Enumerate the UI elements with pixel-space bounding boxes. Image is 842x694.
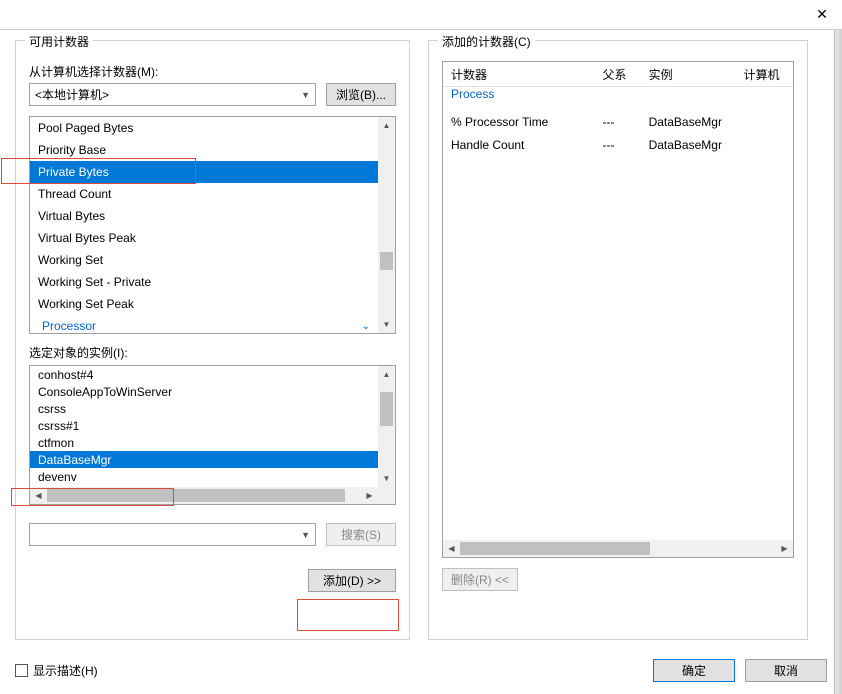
ok-button[interactable]: 确定: [653, 659, 735, 682]
remove-button[interactable]: 删除(R) <<: [442, 568, 518, 591]
counter-item[interactable]: Pool Paged Bytes: [30, 117, 378, 139]
table-row[interactable]: % Processor Time---DataBaseMgr: [443, 110, 793, 133]
instance-item[interactable]: ctfmon: [30, 434, 378, 451]
counter-item[interactable]: Thread Count: [30, 183, 378, 205]
highlight-add-button: [297, 599, 399, 631]
instance-item[interactable]: ConsoleAppToWinServer: [30, 383, 378, 400]
scroll-left-icon[interactable]: ◀: [443, 540, 460, 557]
show-description-checkbox[interactable]: [15, 664, 28, 677]
header-parent[interactable]: 父系: [594, 62, 640, 86]
computer-combo[interactable]: <本地计算机> ▼: [29, 83, 316, 106]
counter-item[interactable]: Working Set - Private: [30, 271, 378, 293]
cell-instance: DataBaseMgr: [641, 110, 736, 133]
counter-item[interactable]: Virtual Bytes: [30, 205, 378, 227]
cell-parent: ---: [594, 133, 640, 156]
scroll-thumb[interactable]: [460, 542, 650, 555]
titlebar: ✕: [0, 0, 842, 30]
counter-item[interactable]: Private Bytes: [30, 161, 378, 183]
chevron-down-icon: ▼: [301, 90, 310, 100]
from-computer-label: 从计算机选择计数器(M):: [29, 63, 396, 80]
scroll-up-icon[interactable]: ▲: [378, 366, 395, 383]
computer-combo-value: <本地计算机>: [35, 86, 109, 103]
instances-label: 选定对象的实例(I):: [29, 344, 396, 361]
scroll-left-icon[interactable]: ◀: [30, 487, 47, 504]
counter-item[interactable]: Priority Base: [30, 139, 378, 161]
counter-item[interactable]: Working Set Peak: [30, 293, 378, 315]
window-edge: [834, 30, 842, 694]
cell-instance: DataBaseMgr: [641, 133, 736, 156]
add-button[interactable]: 添加(D) >>: [308, 569, 396, 592]
scroll-thumb[interactable]: [380, 392, 393, 427]
instance-item[interactable]: csrss#1: [30, 417, 378, 434]
scroll-right-icon[interactable]: ▶: [776, 540, 793, 557]
scroll-down-icon[interactable]: ▼: [378, 470, 395, 487]
chevron-down-icon: ▼: [301, 530, 310, 540]
instance-item[interactable]: DataBaseMgr: [30, 451, 378, 468]
instance-item[interactable]: devenv: [30, 468, 378, 485]
cell-computer: [736, 133, 793, 156]
instances-hscrollbar[interactable]: ◀ ▶: [30, 487, 378, 504]
added-counters-group: 添加的计数器(C) 计数器 父系 实例 计算机 Process % Proces…: [428, 40, 808, 640]
search-button[interactable]: 搜索(S): [326, 523, 396, 546]
cell-parent: ---: [594, 110, 640, 133]
search-combo[interactable]: ▼: [29, 523, 316, 546]
counter-category[interactable]: Processor⌄: [30, 315, 378, 334]
available-counters-group: 可用计数器 从计算机选择计数器(M): <本地计算机> ▼ 浏览(B)... P…: [15, 40, 410, 640]
header-computer[interactable]: 计算机: [736, 62, 793, 86]
scroll-thumb[interactable]: [47, 489, 345, 502]
added-counters-title: 添加的计数器(C): [438, 33, 535, 50]
close-button[interactable]: ✕: [802, 0, 842, 30]
cell-counter: Handle Count: [443, 133, 594, 156]
bottom-bar: 显示描述(H) 确定 取消: [15, 659, 827, 682]
cell-computer: [736, 110, 793, 133]
category-row[interactable]: Process: [443, 87, 793, 110]
show-description-label: 显示描述(H): [33, 662, 98, 679]
scroll-down-icon[interactable]: ▼: [378, 316, 395, 333]
header-instance[interactable]: 实例: [641, 62, 736, 86]
instances-scrollbar[interactable]: ▲ ▼: [378, 366, 395, 487]
table-header: 计数器 父系 实例 计算机: [443, 62, 793, 87]
browse-button[interactable]: 浏览(B)...: [326, 83, 396, 106]
counter-item[interactable]: Virtual Bytes Peak: [30, 227, 378, 249]
header-counter[interactable]: 计数器: [443, 62, 594, 86]
category-label: Process: [451, 87, 494, 110]
instance-item[interactable]: csrss: [30, 400, 378, 417]
scroll-corner: [378, 487, 395, 504]
available-counters-title: 可用计数器: [25, 33, 93, 50]
added-counters-table: 计数器 父系 实例 计算机 Process % Processor Time--…: [442, 61, 794, 558]
instance-item[interactable]: conhost#4: [30, 366, 378, 383]
table-row[interactable]: Handle Count---DataBaseMgr: [443, 133, 793, 156]
counter-item[interactable]: Working Set: [30, 249, 378, 271]
counters-listbox[interactable]: Pool Paged BytesPriority BasePrivate Byt…: [29, 116, 396, 334]
added-hscrollbar[interactable]: ◀ ▶: [443, 540, 793, 557]
instances-listbox[interactable]: conhost#4ConsoleAppToWinServercsrsscsrss…: [29, 365, 396, 505]
cell-counter: % Processor Time: [443, 110, 594, 133]
scroll-right-icon[interactable]: ▶: [361, 487, 378, 504]
scroll-up-icon[interactable]: ▲: [378, 117, 395, 134]
scroll-thumb[interactable]: [380, 252, 393, 270]
cancel-button[interactable]: 取消: [745, 659, 827, 682]
counters-scrollbar[interactable]: ▲ ▼: [378, 117, 395, 333]
